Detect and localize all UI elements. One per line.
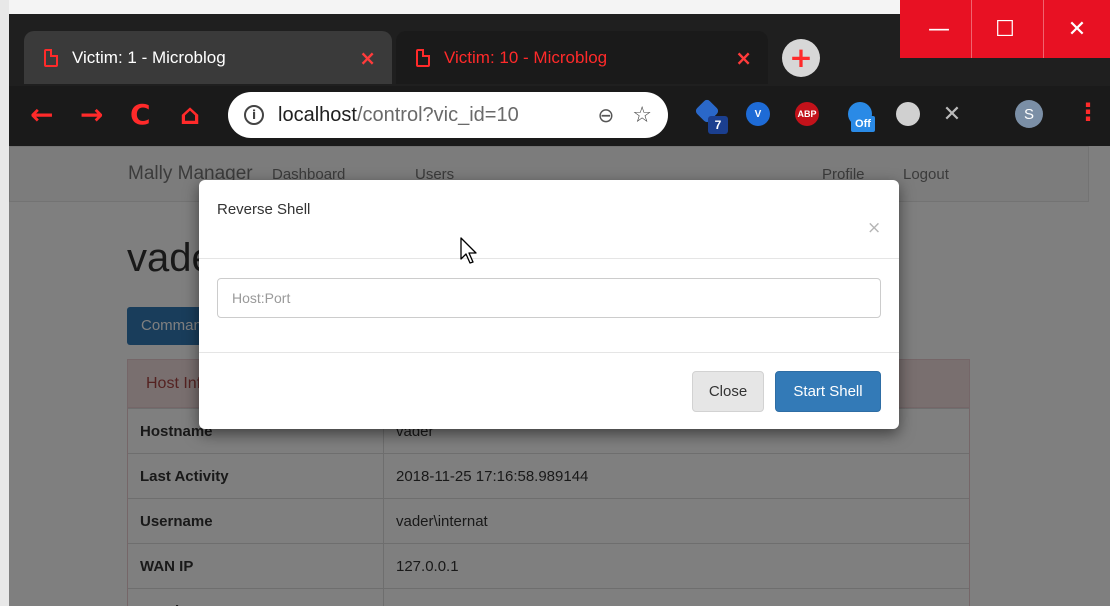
- page-icon: [44, 48, 58, 67]
- extension-circle-icon[interactable]: [896, 102, 920, 126]
- modal-close-icon[interactable]: ×: [867, 218, 881, 238]
- home-icon[interactable]: ⌂: [180, 100, 200, 130]
- minimize-button[interactable]: —: [906, 0, 972, 58]
- start-shell-button[interactable]: Start Shell: [775, 371, 881, 412]
- bookmark-star-icon[interactable]: ☆: [632, 103, 652, 128]
- tab-victim-1[interactable]: Victim: 1 - Microblog ×: [24, 31, 392, 84]
- tab-title: Victim: 1 - Microblog: [72, 47, 226, 67]
- url-host: localhost: [278, 103, 357, 126]
- menu-icon[interactable]: ⋮: [1076, 98, 1100, 126]
- extension-puzzle-icon[interactable]: ✕: [940, 102, 964, 127]
- tab-close-icon[interactable]: ×: [735, 46, 752, 70]
- modal-divider: [199, 352, 899, 353]
- adblock-icon[interactable]: ABP: [795, 102, 819, 126]
- reload-icon[interactable]: C: [130, 100, 151, 130]
- maximize-button[interactable]: ☐: [971, 0, 1038, 58]
- tab-close-icon[interactable]: ×: [359, 46, 376, 70]
- forward-arrow-icon[interactable]: →: [80, 100, 103, 130]
- new-tab-button[interactable]: +: [782, 39, 820, 77]
- mouse-cursor-icon: [460, 237, 477, 264]
- close-button[interactable]: Close: [692, 371, 764, 412]
- window-close-button[interactable]: ✕: [1043, 0, 1110, 58]
- extension-off-badge: Off: [851, 116, 875, 132]
- info-icon[interactable]: i: [244, 105, 264, 125]
- page-icon: [416, 48, 430, 67]
- tab-title: Victim: 10 - Microblog: [444, 47, 608, 67]
- modal-title: Reverse Shell: [217, 201, 311, 218]
- extension-v-icon[interactable]: V: [746, 102, 770, 126]
- address-bar[interactable]: i localhost/control?vic_id=10 ⊖ ☆: [228, 92, 668, 138]
- zoom-icon[interactable]: ⊖: [598, 103, 615, 127]
- extension-badge: 7: [708, 116, 728, 134]
- modal-divider: [199, 258, 899, 259]
- host-port-input[interactable]: [217, 278, 881, 318]
- url-path: /control?vic_id=10: [356, 103, 519, 126]
- profile-avatar[interactable]: S: [1015, 100, 1043, 128]
- tab-victim-10[interactable]: Victim: 10 - Microblog ×: [396, 31, 768, 84]
- reverse-shell-modal: Reverse Shell × Close Start Shell: [199, 180, 899, 429]
- back-arrow-icon[interactable]: ←: [30, 100, 53, 130]
- window-left-edge: [0, 0, 9, 606]
